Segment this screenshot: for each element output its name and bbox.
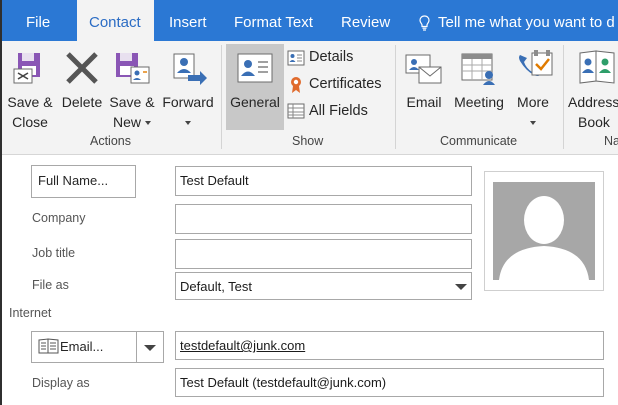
tab-review[interactable]: Review [341, 0, 390, 41]
contact-form: Full Name... Test Default Company Job ti… [0, 155, 618, 405]
all-fields-grid-icon [287, 103, 305, 119]
meeting-calendar-icon [461, 53, 495, 85]
address-book-label-2: Book [578, 114, 610, 130]
email-type-dropdown[interactable] [136, 331, 164, 363]
more-button[interactable]: More [510, 92, 556, 132]
address-card-icon [38, 338, 59, 354]
save-close-button[interactable]: Save & Close [5, 92, 55, 132]
more-phone-check-icon [519, 50, 553, 76]
save-close-icon [13, 53, 40, 84]
certificates-ribbon-icon [291, 77, 301, 93]
more-label: More [517, 94, 549, 110]
group-separator [221, 45, 222, 149]
details-button[interactable]: Details [309, 49, 353, 65]
general-card-icon [237, 53, 273, 83]
save-new-label-1: Save & [109, 94, 155, 110]
contact-photo-placeholder-icon [493, 182, 595, 280]
ribbon: Save & Close Delete Save & New Forward A… [0, 41, 618, 155]
company-label: Company [32, 211, 86, 225]
dropdown-arrow-icon[interactable] [455, 284, 467, 290]
group-label-communicate: Communicate [440, 134, 518, 148]
all-fields-button[interactable]: All Fields [309, 103, 368, 119]
delete-button[interactable]: Delete [58, 92, 106, 112]
save-close-label-1: Save & [7, 94, 53, 110]
save-new-icon [116, 53, 150, 84]
job-title-field[interactable] [175, 239, 472, 269]
general-button[interactable]: General [226, 92, 284, 112]
save-close-label-2: Close [12, 114, 48, 130]
display-as-label: Display as [32, 376, 90, 390]
delete-x-icon [66, 52, 98, 84]
email-button[interactable]: Email [400, 92, 448, 112]
tell-me-search[interactable]: Tell me what you want to d [438, 0, 615, 41]
forward-label: Forward [162, 94, 214, 110]
job-title-label: Job title [32, 246, 76, 260]
file-as-label: File as [32, 278, 69, 292]
lightbulb-icon [419, 15, 430, 31]
tab-file[interactable]: File [10, 0, 62, 41]
more-caret-icon [530, 121, 536, 126]
contact-photo-placeholder-icon [499, 196, 589, 280]
full-name-field[interactable]: Test Default [175, 166, 472, 196]
full-name-button[interactable]: Full Name... [31, 165, 136, 198]
email-contact-icon [405, 54, 442, 84]
address-book-button[interactable]: Address Book [568, 92, 618, 132]
email-field[interactable]: testdefault@junk.com [175, 331, 604, 360]
tab-insert[interactable]: Insert [169, 0, 207, 41]
address-book-label-1: Address [568, 94, 618, 110]
address-book-icon [579, 50, 615, 84]
save-new-button[interactable]: Save & New [106, 92, 158, 132]
group-separator [395, 45, 396, 149]
ribbon-tab-bar: File Contact Insert Format Text Review T… [0, 0, 618, 41]
forward-icon [173, 53, 207, 85]
meeting-button[interactable]: Meeting [449, 92, 509, 112]
contact-photo[interactable] [484, 171, 604, 291]
save-new-label-2: New [112, 114, 141, 130]
certificates-button[interactable]: Certificates [309, 76, 382, 92]
group-label-show: Show [292, 134, 324, 148]
file-as-dropdown[interactable]: Default, Test [175, 272, 472, 300]
internet-section-label: Internet [9, 306, 52, 320]
group-label-actions: Actions [90, 134, 131, 148]
dropdown-arrow-icon [144, 345, 156, 351]
display-as-field[interactable]: Test Default (testdefault@junk.com) [175, 368, 604, 397]
forward-button[interactable]: Forward [160, 92, 216, 132]
tab-contact[interactable]: Contact [77, 0, 154, 41]
tab-format-text[interactable]: Format Text [234, 0, 313, 41]
details-icon [287, 50, 305, 66]
forward-caret-icon [185, 121, 191, 126]
group-separator [563, 45, 564, 149]
company-field[interactable] [175, 204, 472, 234]
save-new-caret-icon [145, 121, 151, 126]
window-left-border [0, 0, 2, 405]
group-label-names: Na [604, 134, 618, 148]
